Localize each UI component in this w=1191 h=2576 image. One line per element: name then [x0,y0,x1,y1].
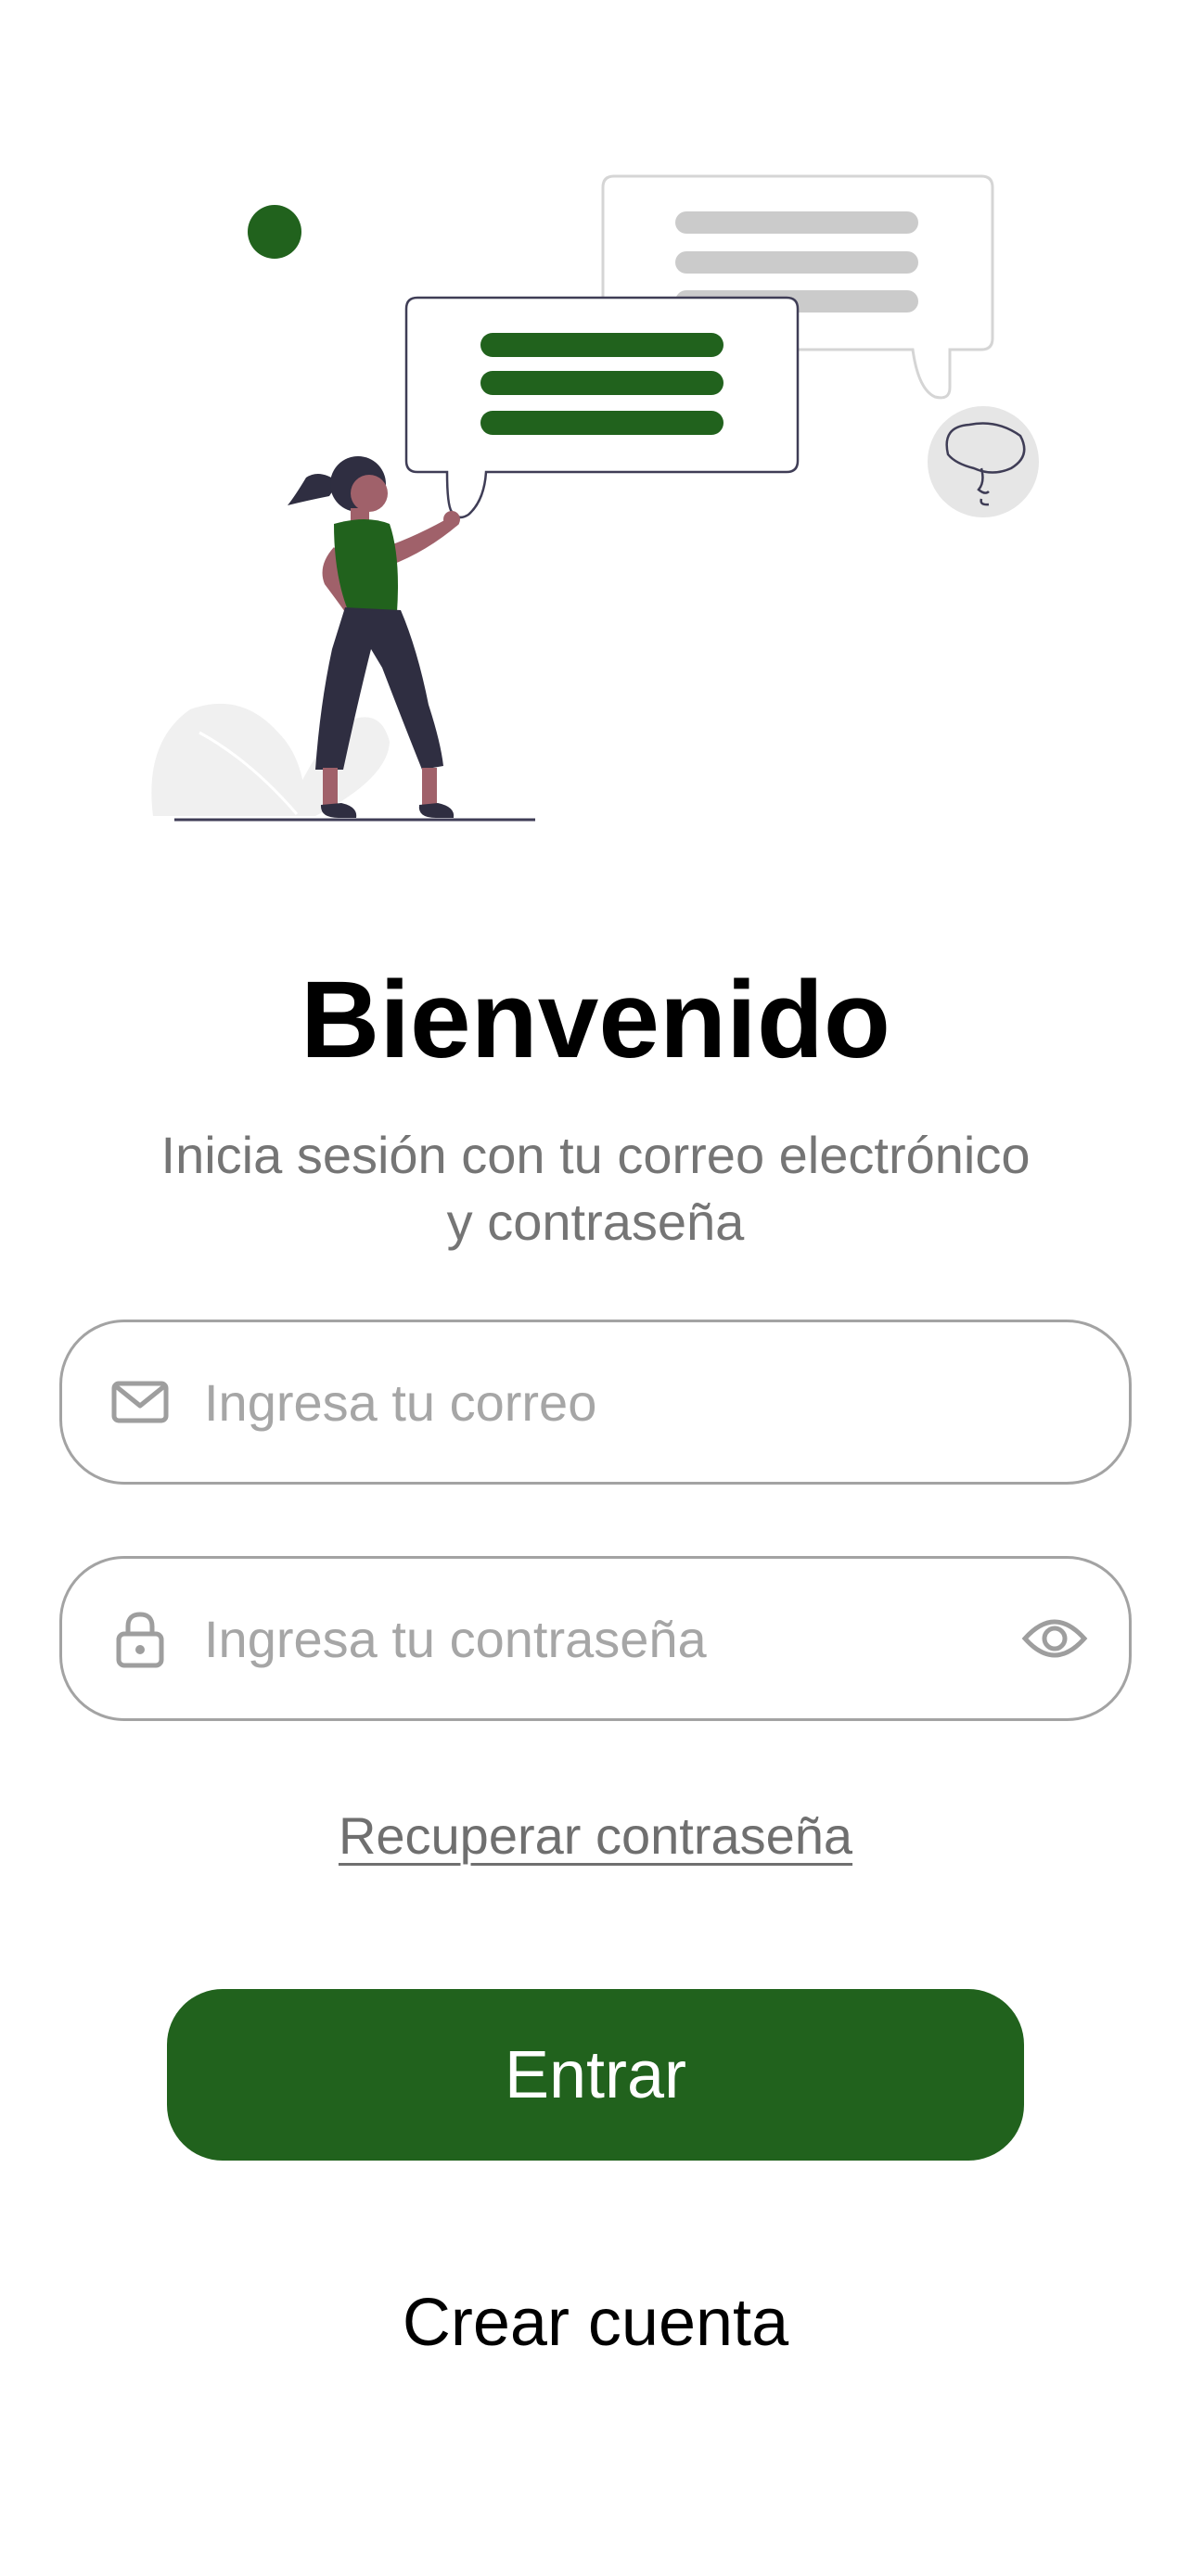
recover-password-container: Recuperar contraseña [0,1799,1191,1873]
password-field[interactable] [59,1556,1132,1721]
email-field[interactable] [59,1320,1132,1485]
lock-icon [116,1612,164,1668]
subtitle-line-1: Inicia sesión con tu correo electrónico [160,1126,1031,1184]
email-input[interactable] [204,1322,1002,1482]
subtitle-line-2: y contraseña [446,1192,745,1251]
mail-icon [111,1381,169,1423]
recover-password-link[interactable]: Recuperar contraseña [339,1806,852,1865]
enter-button[interactable]: Entrar [167,1989,1024,2161]
green-speech-bubble [404,296,800,519]
green-dot [248,205,301,259]
page-subtitle: Inicia sesión con tu correo electrónico … [93,1122,1098,1256]
page-title: Bienvenido [301,959,890,1081]
create-account-link[interactable]: Crear cuenta [0,2276,1191,2369]
avatar-circle [928,406,1039,517]
chat-illustration [151,174,1039,822]
password-input[interactable] [204,1559,1002,1718]
eye-icon[interactable] [1021,1613,1088,1664]
